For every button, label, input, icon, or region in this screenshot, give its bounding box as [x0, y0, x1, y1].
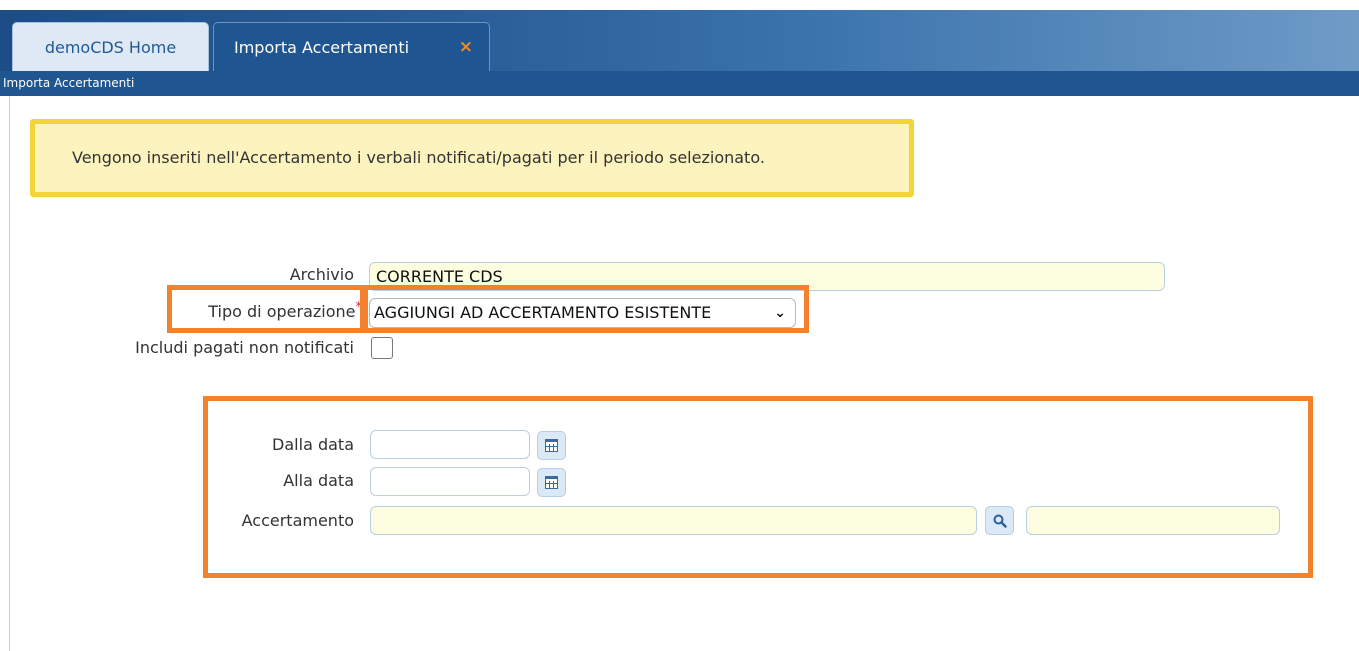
- highlight-tipo-operazione-label: [167, 285, 365, 333]
- top-strip: [0, 0, 1359, 10]
- close-icon[interactable]: ×: [459, 37, 473, 57]
- tab-democds-home[interactable]: demoCDS Home: [12, 22, 209, 71]
- tab-label: Importa Accertamenti: [234, 37, 410, 57]
- info-note: Vengono inseriti nell'Accertamento i ver…: [30, 119, 914, 197]
- breadcrumb: Importa Accertamenti: [0, 71, 1359, 96]
- tab-label: demoCDS Home: [44, 37, 177, 57]
- divider: [9, 96, 10, 651]
- highlight-date-section: [203, 396, 1313, 578]
- includi-pagati-label: Includi pagati non notificati: [135, 338, 354, 357]
- archivio-label: Archivio: [289, 265, 354, 284]
- highlight-tipo-operazione-select: [363, 285, 809, 333]
- tab-importa-accertamenti[interactable]: Importa Accertamenti ×: [213, 22, 490, 71]
- includi-pagati-checkbox[interactable]: [371, 337, 393, 359]
